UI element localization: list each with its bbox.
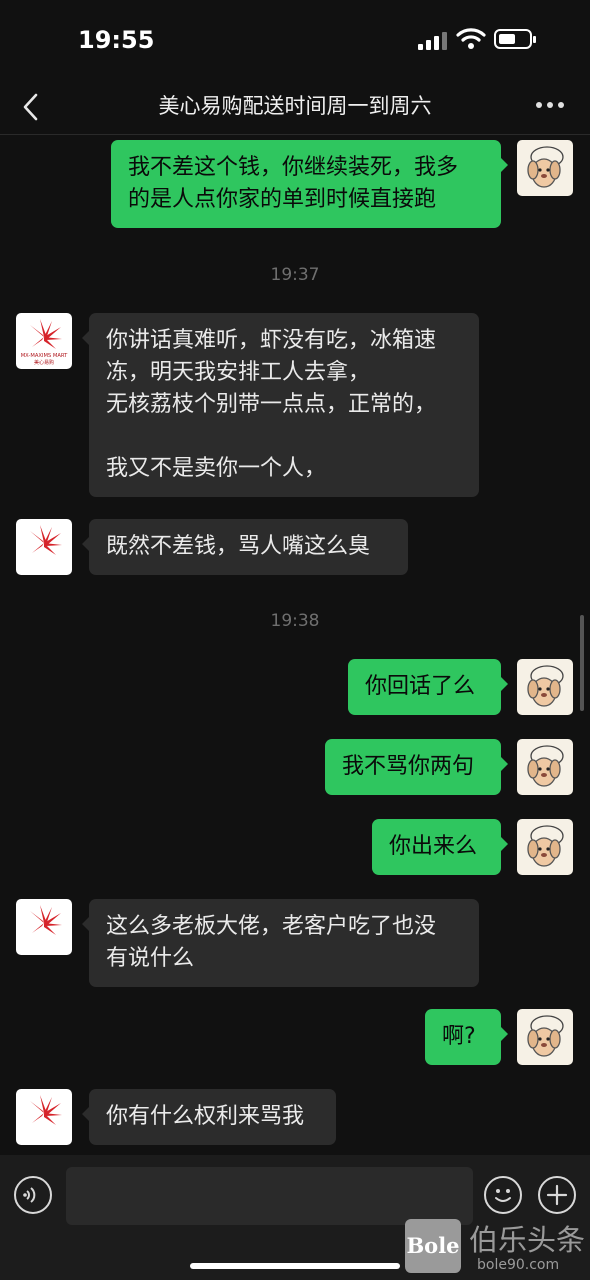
signal-icon: [418, 30, 450, 50]
watermark: Bole 伯乐头条 bole90.com: [405, 1215, 590, 1277]
message-bubble[interactable]: 你讲话真难听，虾没有吃，冰箱速 冻，明天我安排工人去拿， 无核荔枝个别带一点点，…: [82, 313, 479, 497]
status-time: 19:55: [78, 26, 155, 54]
store-avatar[interactable]: [16, 899, 72, 955]
message-bubble[interactable]: 啊?: [425, 1009, 508, 1065]
message-bubble[interactable]: 我不骂你两句: [325, 739, 508, 795]
watermark-badge: Bole: [405, 1219, 461, 1273]
message-bubble[interactable]: 你出来么: [372, 819, 508, 875]
store-logo-text: MX-MAXIMS MART: [21, 353, 68, 359]
chat-title: 美心易购配送时间周一到周六: [158, 94, 432, 118]
home-indicator[interactable]: [190, 1263, 400, 1269]
status-bar: 19:55: [0, 0, 590, 80]
nav-bar: 美心易购配送时间周一到周六: [0, 80, 590, 135]
input-bar: Bole 伯乐头条 bole90.com: [0, 1155, 590, 1280]
back-icon[interactable]: [16, 90, 50, 124]
user-avatar[interactable]: [517, 659, 573, 715]
watermark-url: bole90.com: [477, 1257, 560, 1273]
emoji-icon[interactable]: [484, 1176, 522, 1214]
plus-icon[interactable]: [538, 1176, 576, 1214]
more-icon[interactable]: [536, 102, 566, 112]
wifi-icon: [456, 28, 486, 49]
chat-area[interactable]: 我不差这个钱，你继续装死，我多 的是人点你家的单到时候直接跑 19:37 MX-…: [0, 135, 590, 1155]
user-avatar[interactable]: [517, 819, 573, 875]
message-bubble[interactable]: 既然不差钱，骂人嘴这么臭: [82, 519, 408, 575]
scrollbar[interactable]: [580, 615, 584, 711]
message-bubble[interactable]: 你有什么权利来骂我: [82, 1089, 336, 1145]
message-bubble[interactable]: 这么多老板大佬，老客户吃了也没 有说什么: [82, 899, 479, 987]
battery-icon: [494, 29, 536, 49]
timestamp: 19:37: [270, 265, 320, 285]
user-avatar[interactable]: [517, 140, 573, 196]
store-avatar[interactable]: MX-MAXIMS MART 美心易购: [16, 313, 72, 369]
store-logo-cn: 美心易购: [34, 359, 54, 366]
voice-icon[interactable]: [14, 1176, 52, 1214]
watermark-name: 伯乐头条: [469, 1223, 586, 1257]
store-avatar[interactable]: [16, 519, 72, 575]
user-avatar[interactable]: [517, 1009, 573, 1065]
message-bubble[interactable]: 我不差这个钱，你继续装死，我多 的是人点你家的单到时候直接跑: [111, 140, 508, 228]
timestamp: 19:38: [270, 611, 320, 631]
user-avatar[interactable]: [517, 739, 573, 795]
store-avatar[interactable]: [16, 1089, 72, 1145]
message-bubble[interactable]: 你回话了么: [348, 659, 508, 715]
